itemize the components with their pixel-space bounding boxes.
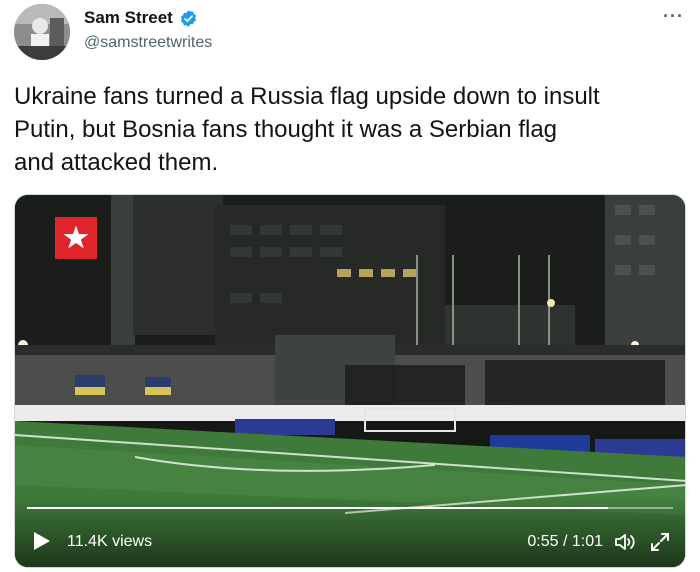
avatar-photo [14,4,70,60]
author-handle[interactable]: @samstreetwrites [84,34,212,52]
fullscreen-icon[interactable] [649,531,671,553]
verified-badge-icon [180,9,196,27]
play-icon[interactable] [33,531,51,551]
star-logo-icon [63,225,89,249]
avatar[interactable] [14,4,70,60]
video-progress-fill [27,507,609,509]
video-progress-bar[interactable] [27,507,673,509]
author-name-row: Sam Street [84,8,198,28]
author-display-name[interactable]: Sam Street [84,8,173,28]
video-controls [15,495,685,567]
volume-icon[interactable] [613,531,637,553]
more-options-button[interactable]: ··· [663,6,684,27]
video-time: 0:55 / 1:01 [527,533,603,550]
tweet-text: Ukraine fans turned a Russia flag upside… [14,83,600,176]
video-player[interactable]: 11.4K views 0:55 / 1:01 [14,194,686,568]
channel-logo [55,217,97,259]
view-count: 11.4K views [67,533,153,550]
